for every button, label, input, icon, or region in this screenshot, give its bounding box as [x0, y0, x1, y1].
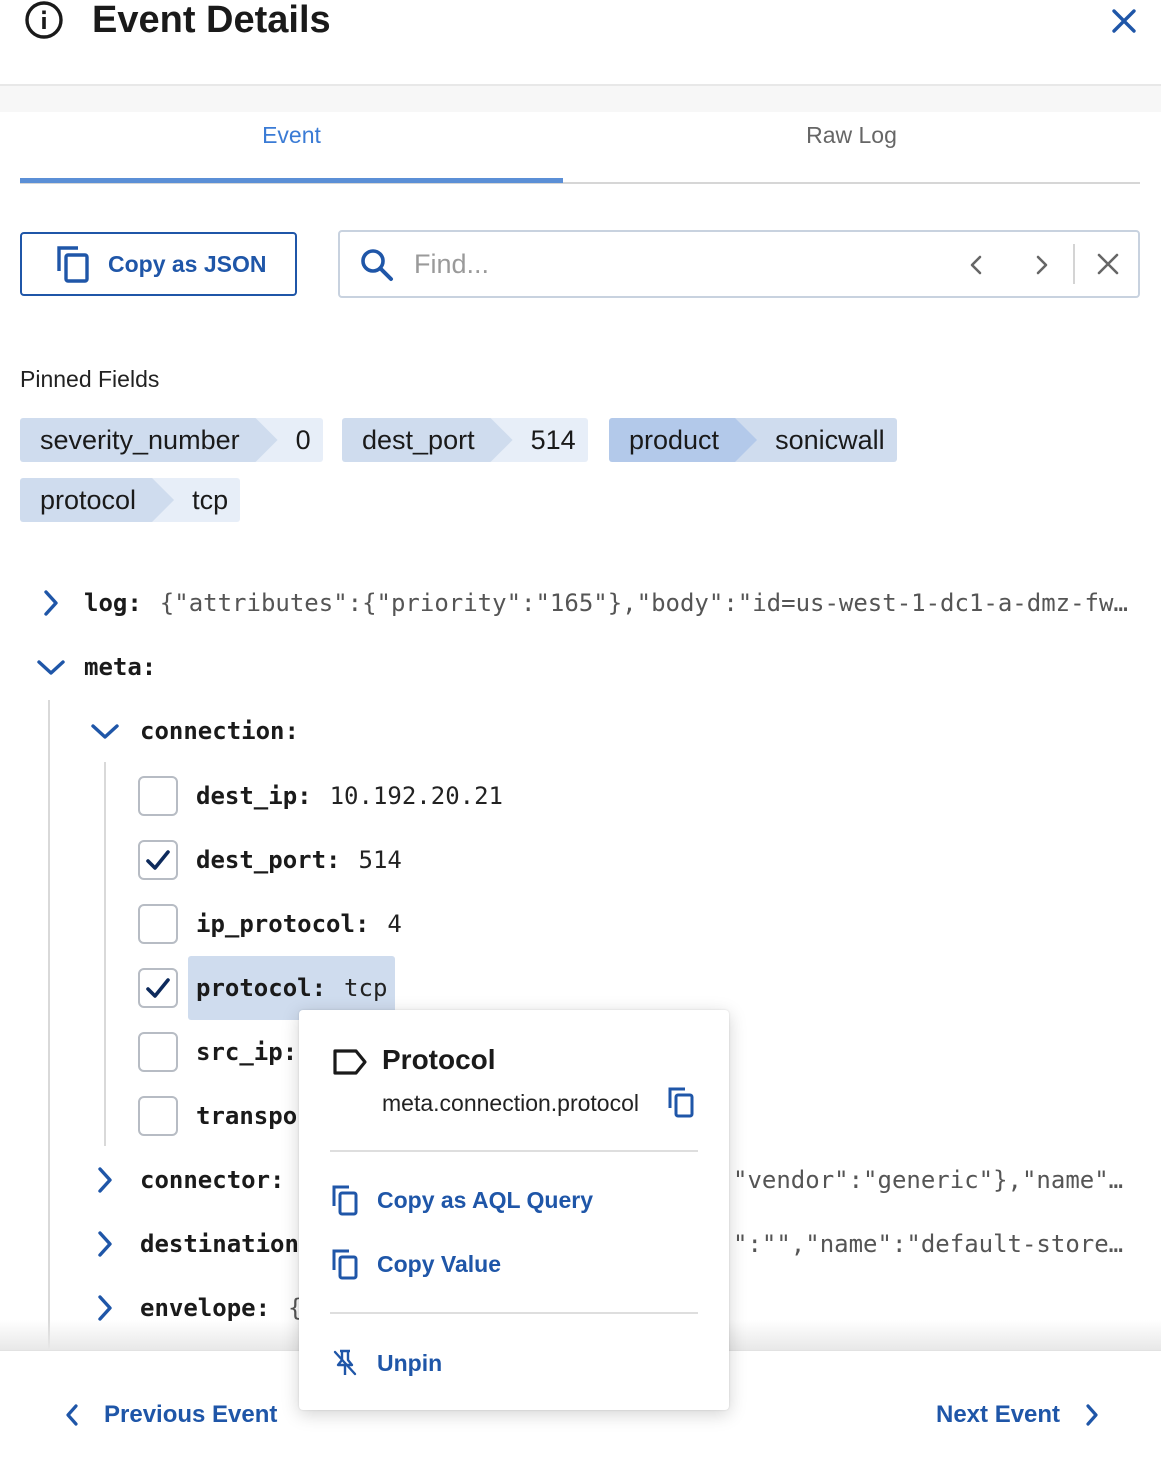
field-value: ":"","name":"default-store… [733, 1230, 1124, 1258]
field-value: 10.192.20.21 [329, 782, 503, 810]
find-input[interactable] [412, 246, 932, 282]
pinned-chip-key: severity_number [20, 418, 278, 462]
field-row-protocol[interactable]: protocol: tcp [138, 956, 396, 1020]
pinned-chip-dest-port[interactable]: dest_port 514 [342, 418, 588, 462]
pin-checkbox[interactable] [138, 1032, 178, 1072]
field-row-dest-port[interactable]: dest_port: 514 [138, 840, 402, 880]
unpin-label: Unpin [377, 1349, 443, 1376]
pinned-chip-product[interactable]: product sonicwall [609, 418, 897, 462]
tree-row-connector[interactable]: connector: [90, 1160, 285, 1200]
tab-active-indicator [20, 178, 563, 183]
field-value: {"attributes":{"priority":"165"},"body":… [159, 589, 1128, 617]
copy-value-button[interactable]: Copy Value [331, 1244, 501, 1284]
check-icon [146, 978, 170, 998]
page-title: Event Details [92, 0, 331, 41]
tree-row-meta[interactable]: meta: [36, 647, 156, 687]
copy-icon [332, 1185, 358, 1216]
next-event-button[interactable]: Next Event [936, 1395, 1104, 1435]
chevron-left-icon [66, 1404, 78, 1426]
tree-guide [48, 700, 50, 1350]
find-divider [1073, 244, 1075, 284]
pinned-fields-title: Pinned Fields [20, 366, 160, 392]
field-row-dest-ip[interactable]: dest_ip: 10.192.20.21 [138, 776, 503, 816]
field-key: connector: [140, 1166, 285, 1194]
tree-row-connection[interactable]: connection: [90, 711, 299, 751]
field-key: envelope: [140, 1294, 271, 1322]
pinned-chip-severity-number[interactable]: severity_number 0 [20, 418, 323, 462]
copy-path-icon[interactable] [667, 1086, 695, 1118]
info-icon [25, 1, 63, 39]
field-popover: Protocol meta.connection.protocol Copy a… [299, 1010, 729, 1410]
field-row-transport[interactable]: transpo [138, 1096, 297, 1136]
close-icon[interactable] [1108, 5, 1140, 37]
copy-value-label: Copy Value [377, 1250, 501, 1277]
field-value: tcp [344, 974, 388, 1002]
pinned-chip-key: dest_port [342, 418, 513, 462]
chevron-down-icon[interactable] [36, 652, 66, 682]
copy-icon [57, 246, 89, 283]
tree-row-log[interactable]: log: {"attributes":{"priority":"165"},"b… [36, 583, 1128, 623]
field-key: destination [140, 1230, 299, 1258]
next-event-label: Next Event [936, 1401, 1061, 1428]
copy-as-aql-query-label: Copy as AQL Query [377, 1186, 594, 1213]
field-value: "vendor":"generic"},"name"… [733, 1166, 1124, 1194]
chevron-right-icon [1086, 1404, 1098, 1426]
field-row-src-ip[interactable]: src_ip: [138, 1032, 297, 1072]
field-key: ip_protocol: [196, 910, 370, 938]
unpin-icon [333, 1349, 357, 1376]
tree-guide [104, 762, 106, 1146]
popover-divider [330, 1150, 698, 1152]
copy-icon [332, 1249, 358, 1280]
pin-checkbox[interactable] [138, 1096, 178, 1136]
field-value: 4 [387, 910, 402, 938]
tree-row-destination[interactable]: destination [90, 1224, 299, 1264]
field-row-ip-protocol[interactable]: ip_protocol: 4 [138, 904, 402, 944]
field-key: src_ip: [196, 1038, 298, 1066]
chevron-left-icon[interactable] [964, 252, 990, 278]
chevron-right-icon[interactable] [1028, 252, 1054, 278]
tab-event[interactable]: Event [20, 112, 563, 182]
clear-icon[interactable] [1094, 250, 1122, 278]
pinned-chip-value: sonicwall [735, 418, 897, 462]
field-key: dest_ip: [196, 782, 312, 810]
copy-as-json-label: Copy as JSON [108, 250, 267, 277]
popover-divider [330, 1312, 698, 1314]
previous-event-button[interactable]: Previous Event [60, 1395, 277, 1435]
chevron-right-icon[interactable] [90, 1165, 120, 1195]
field-key: connection: [140, 717, 299, 745]
pinned-chip-protocol[interactable]: protocol tcp [20, 478, 241, 522]
pin-checkbox[interactable] [138, 904, 178, 944]
pinned-chip-key: product [609, 418, 757, 462]
popover-field-path: meta.connection.protocol [382, 1090, 639, 1116]
popover-title: Protocol [382, 1044, 496, 1075]
check-icon [146, 850, 170, 870]
field-key: log: [84, 589, 142, 617]
chevron-right-icon[interactable] [36, 588, 66, 618]
header-band [0, 86, 1161, 112]
previous-event-label: Previous Event [104, 1401, 278, 1428]
chevron-right-icon[interactable] [90, 1229, 120, 1259]
search-icon [361, 249, 393, 281]
field-key: transpo [196, 1102, 298, 1130]
field-value: 514 [358, 846, 402, 874]
pin-checkbox[interactable] [138, 776, 178, 816]
field-key: meta: [84, 653, 157, 681]
chevron-right-icon[interactable] [90, 1293, 120, 1323]
field-key: protocol: [196, 974, 327, 1002]
copy-as-json-button[interactable]: Copy as JSON [20, 232, 297, 296]
tag-icon [333, 1049, 367, 1075]
find-box [338, 230, 1140, 298]
chevron-down-icon[interactable] [90, 716, 120, 746]
pin-checkbox[interactable] [138, 968, 178, 1008]
pinned-chip-key: protocol [20, 478, 174, 522]
pin-checkbox[interactable] [138, 840, 178, 880]
copy-as-aql-query-button[interactable]: Copy as AQL Query [331, 1180, 593, 1220]
unpin-button[interactable]: Unpin [331, 1343, 442, 1383]
tab-raw-log[interactable]: Raw Log [563, 112, 1140, 182]
field-key: dest_port: [196, 846, 341, 874]
